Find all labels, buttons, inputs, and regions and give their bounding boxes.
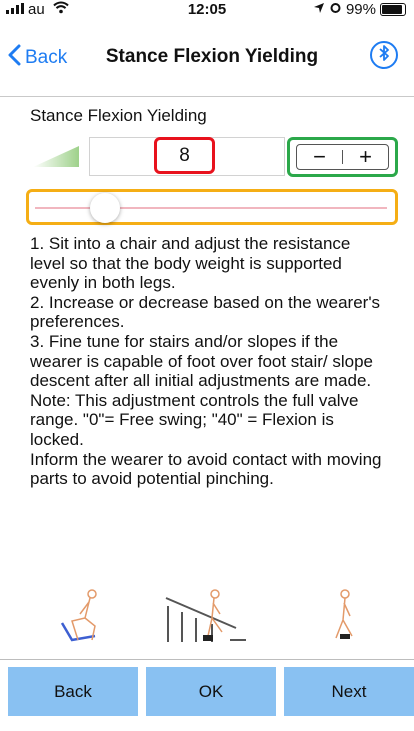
location-icon [313, 1, 325, 18]
instruction-step-2: 2. Increase or decrease based on the wea… [30, 292, 381, 332]
increment-button[interactable]: + [343, 145, 388, 169]
walking-figure-icon [335, 589, 353, 639]
next-button[interactable]: Next [284, 667, 414, 716]
value-display: 8 [179, 144, 190, 166]
bluetooth-button[interactable] [370, 41, 398, 69]
stepper-highlight: − + [287, 137, 398, 177]
instruction-step-3: 3. Fine tune for stairs and/or slopes if… [30, 331, 374, 391]
slider-highlight [26, 189, 398, 225]
instruction-step-1: 1. Sit into a chair and adjust the resis… [30, 234, 351, 293]
value-stepper[interactable]: − + [296, 144, 389, 170]
battery-percent: 99% [345, 1, 376, 18]
back-link[interactable]: Back [8, 44, 67, 72]
navigation-bar: Back Stance Flexion Yielding [0, 24, 414, 97]
instruction-note: Note: This adjustment controls the full … [30, 390, 359, 449]
stairs-figure-icon [165, 589, 246, 642]
instruction-warning: Inform the wearer to avoid contact with … [30, 449, 382, 489]
instructions-text: 1. Sit into a chair and adjust the resis… [30, 234, 390, 489]
page-title: Stance Flexion Yielding [105, 46, 319, 67]
battery-icon [380, 3, 406, 16]
slider-track[interactable] [35, 207, 387, 209]
back-button[interactable]: Back [8, 667, 138, 716]
setting-label: Stance Flexion Yielding [30, 106, 207, 125]
chair-sitting-figure-icon [60, 589, 97, 642]
ok-button[interactable]: OK [146, 667, 276, 716]
illustration-strip [0, 588, 414, 643]
status-bar: au 12:05 99% [0, 0, 414, 20]
bluetooth-icon [378, 44, 390, 67]
value-highlight: 8 [154, 137, 215, 174]
footer-divider [0, 659, 414, 660]
back-link-label: Back [25, 47, 68, 68]
chevron-left-icon [8, 44, 21, 72]
slider-thumb[interactable] [90, 193, 121, 223]
alarm-icon [329, 1, 342, 18]
decrement-button[interactable]: − [297, 145, 342, 169]
level-wedge-icon [33, 146, 79, 172]
